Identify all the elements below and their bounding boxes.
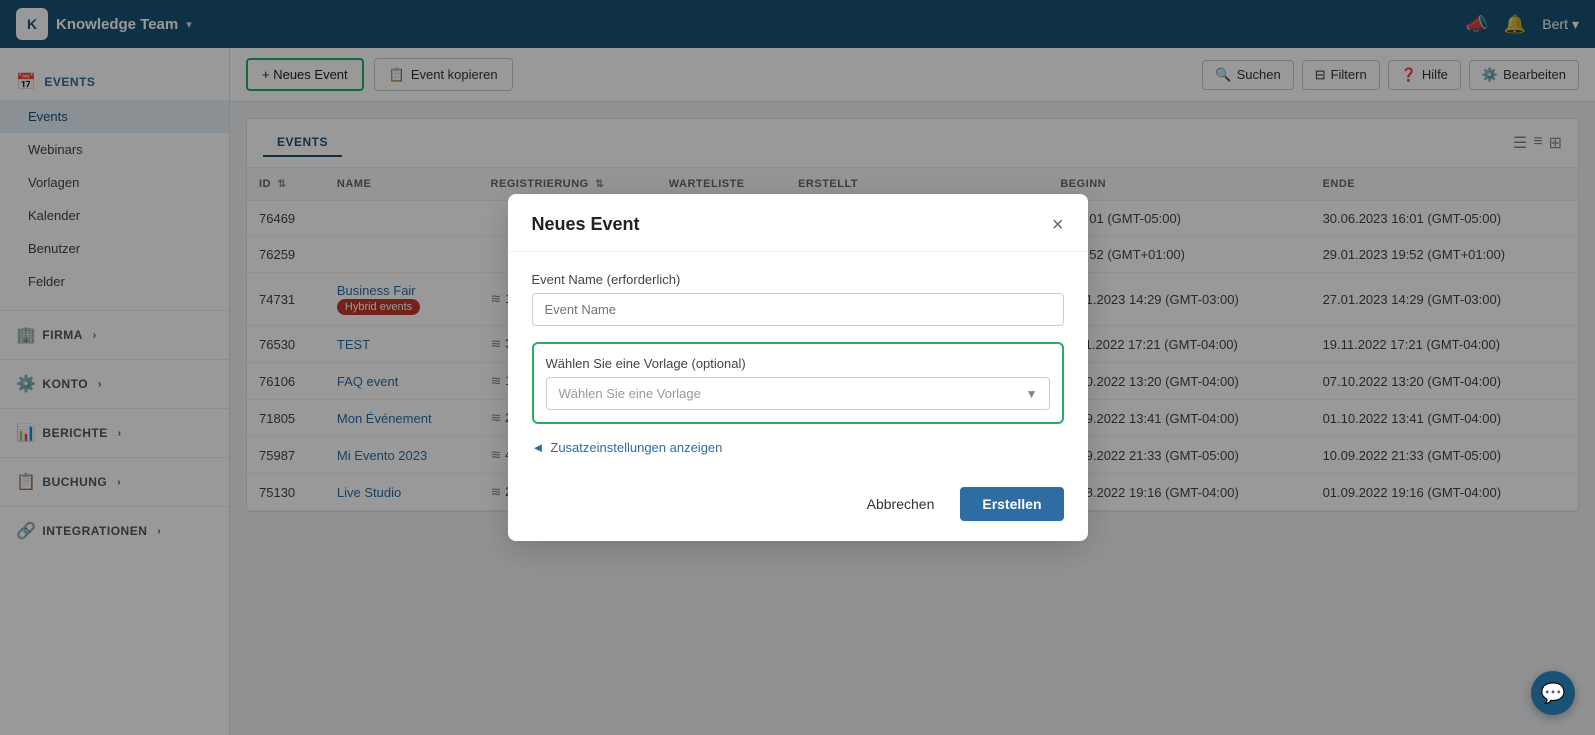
template-label: Wählen Sie eine Vorlage (optional) [546,356,1050,371]
modal-footer: Abbrechen Erstellen [508,475,1088,541]
modal-title: Neues Event [532,214,640,235]
modal-header: Neues Event × [508,194,1088,252]
modal-overlay[interactable]: Neues Event × Event Name (erforderlich) … [0,0,1595,735]
modal-close-button[interactable]: × [1052,215,1064,235]
modal-body: Event Name (erforderlich) Wählen Sie ein… [508,252,1088,475]
template-select-wrapper: Wählen Sie eine Vorlage ▼ [546,377,1050,410]
chat-widget[interactable]: 💬 [1531,671,1575,715]
additional-settings-toggle[interactable]: ◄ Zusatzeinstellungen anzeigen [532,440,1064,455]
cancel-button[interactable]: Abbrechen [851,488,951,520]
chat-icon: 💬 [1541,681,1566,706]
additional-settings-label: Zusatzeinstellungen anzeigen [550,440,722,455]
event-name-group: Event Name (erforderlich) [532,272,1064,326]
template-select[interactable]: Wählen Sie eine Vorlage [546,377,1050,410]
event-name-input[interactable] [532,293,1064,326]
template-group: Wählen Sie eine Vorlage (optional) Wähle… [532,342,1064,424]
new-event-modal: Neues Event × Event Name (erforderlich) … [508,194,1088,541]
event-name-label: Event Name (erforderlich) [532,272,1064,287]
chevron-left-icon: ◄ [532,440,545,455]
create-button[interactable]: Erstellen [960,487,1063,521]
